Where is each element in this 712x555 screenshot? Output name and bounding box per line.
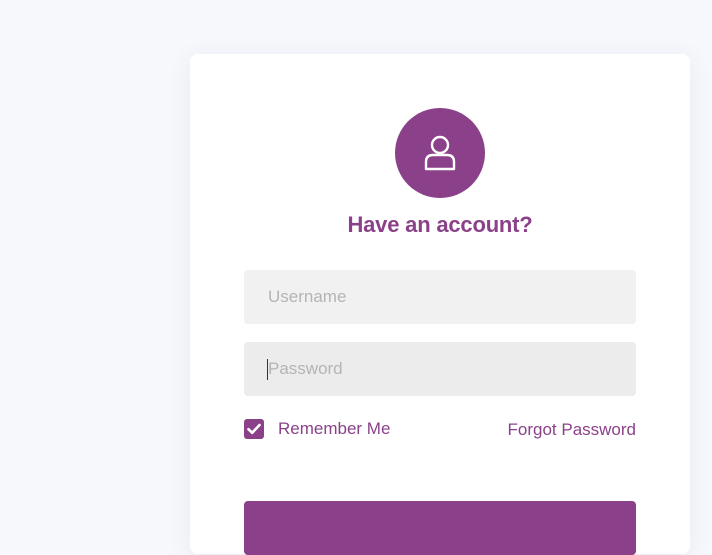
login-title: Have an account? [347, 212, 533, 237]
remember-me-label: Remember Me [278, 419, 391, 438]
user-icon [424, 135, 456, 171]
username-input[interactable] [244, 270, 636, 324]
login-card: Have an account? Remember Me Forgot Pass… [190, 54, 690, 555]
submit-button[interactable] [244, 501, 636, 555]
text-caret [267, 359, 268, 380]
forgot-password-link[interactable]: Forgot Password [508, 420, 637, 440]
remember-me-checkbox[interactable]: Remember Me [244, 419, 390, 439]
checkbox-checked-icon[interactable] [244, 419, 264, 439]
avatar [395, 108, 485, 198]
password-input[interactable] [244, 342, 636, 396]
